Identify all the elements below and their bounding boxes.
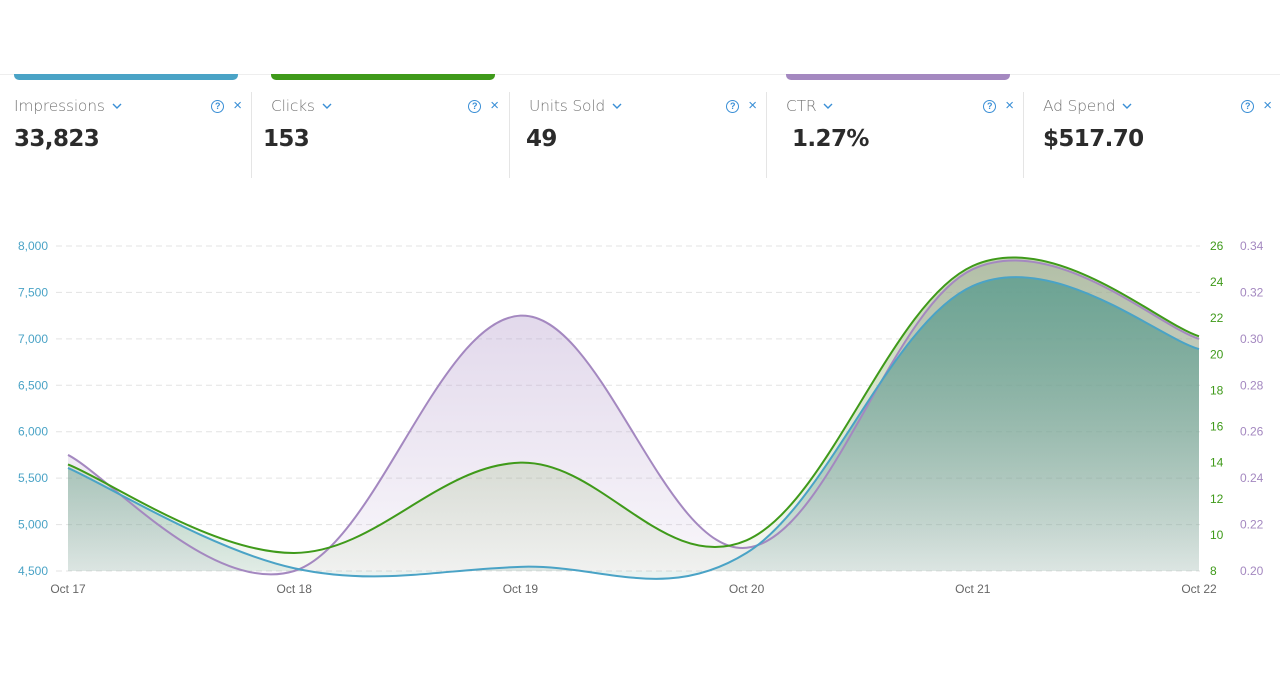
y-right-ctr-tick-label: 0.30 <box>1240 332 1264 346</box>
x-tick-label: Oct 17 <box>50 582 86 596</box>
metric-label: Impressions <box>14 97 105 115</box>
y-left-tick-label: 5,500 <box>18 471 48 485</box>
y-right-ctr-tick-label: 0.20 <box>1240 564 1264 578</box>
metric-value: 33,823 <box>14 126 100 152</box>
metric-accent-bar <box>786 74 1010 80</box>
y-right-ctr-tick-label: 0.26 <box>1240 425 1264 439</box>
x-tick-label: Oct 21 <box>955 582 991 596</box>
chevron-down-icon[interactable] <box>823 101 833 111</box>
x-tick-label: Oct 19 <box>503 582 539 596</box>
y-right-clicks-tick-label: 20 <box>1210 347 1224 361</box>
help-circle-icon[interactable]: ? <box>211 99 225 113</box>
y-axis-left: 4,500 5,000 5,500 6,000 6,500 7,000 7,500 8,000 <box>18 239 48 578</box>
metric-label: Ad Spend <box>1043 97 1116 115</box>
y-right-clicks-tick-label: 26 <box>1210 239 1224 253</box>
close-icon[interactable]: × <box>490 98 499 113</box>
y-right-clicks-tick-label: 16 <box>1210 420 1224 434</box>
y-left-tick-label: 6,000 <box>18 425 48 439</box>
metric-value: 153 <box>263 126 310 152</box>
metric-divider <box>251 92 252 178</box>
metric-divider <box>1023 92 1024 178</box>
chevron-down-icon[interactable] <box>322 101 332 111</box>
y-right-clicks-tick-label: 18 <box>1210 383 1224 397</box>
y-axis-right-ctr: 0.20 0.22 0.24 0.26 0.28 0.30 0.32 0.34 <box>1240 239 1264 578</box>
performance-chart: 4,500 5,000 5,500 6,000 6,500 7,000 7,500 8,000… <box>18 239 1264 596</box>
metric-label: CTR <box>786 97 817 115</box>
metric-cards: Impressions ? × 33,823 Clicks ? × 153 Un… <box>0 74 1280 179</box>
close-icon[interactable]: × <box>1005 98 1014 113</box>
y-left-tick-label: 7,500 <box>18 285 48 299</box>
y-axis-right-clicks: 8 10 12 14 16 18 20 22 24 26 <box>1210 239 1224 578</box>
metric-accent-bar <box>14 74 238 80</box>
metric-value: $517.70 <box>1043 126 1144 152</box>
x-tick-label: Oct 22 <box>1181 582 1217 596</box>
y-right-clicks-tick-label: 24 <box>1210 275 1224 289</box>
metric-card-ctr[interactable]: CTR ? × 1.27% <box>766 74 1024 179</box>
y-right-clicks-tick-label: 22 <box>1210 311 1224 325</box>
x-axis: Oct 17 Oct 18 Oct 19 Oct 20 Oct 21 Oct 22 <box>50 582 1217 596</box>
close-icon[interactable]: × <box>233 98 242 113</box>
y-right-ctr-tick-label: 0.24 <box>1240 471 1264 485</box>
metric-accent-bar <box>271 74 495 80</box>
y-left-tick-label: 8,000 <box>18 239 48 253</box>
y-right-clicks-tick-label: 8 <box>1210 564 1217 578</box>
metric-card-units-sold[interactable]: Units Sold ? × 49 <box>509 74 767 179</box>
help-circle-icon[interactable]: ? <box>1241 99 1255 113</box>
y-right-ctr-tick-label: 0.32 <box>1240 285 1264 299</box>
help-circle-icon[interactable]: ? <box>726 99 740 113</box>
metric-card-ad-spend[interactable]: Ad Spend ? × $517.70 <box>1023 74 1280 179</box>
y-right-clicks-tick-label: 10 <box>1210 528 1224 542</box>
close-icon[interactable]: × <box>1263 98 1272 113</box>
y-left-tick-label: 7,000 <box>18 332 48 346</box>
x-tick-label: Oct 18 <box>277 582 313 596</box>
chevron-down-icon[interactable] <box>112 101 122 111</box>
metric-divider <box>509 92 510 178</box>
metric-value: 49 <box>526 126 557 152</box>
help-circle-icon[interactable]: ? <box>468 99 482 113</box>
x-tick-label: Oct 20 <box>729 582 765 596</box>
metric-label: Units Sold <box>529 97 606 115</box>
metric-card-impressions[interactable]: Impressions ? × 33,823 <box>0 74 252 179</box>
metric-value: 1.27% <box>792 126 869 152</box>
help-circle-icon[interactable]: ? <box>983 99 997 113</box>
y-left-tick-label: 4,500 <box>18 564 48 578</box>
metric-label: Clicks <box>271 97 315 115</box>
chevron-down-icon[interactable] <box>1122 101 1132 111</box>
y-left-tick-label: 5,000 <box>18 518 48 532</box>
y-right-clicks-tick-label: 14 <box>1210 456 1224 470</box>
close-icon[interactable]: × <box>748 98 757 113</box>
y-right-ctr-tick-label: 0.28 <box>1240 378 1264 392</box>
chevron-down-icon[interactable] <box>612 101 622 111</box>
series-areas <box>68 257 1199 579</box>
y-right-ctr-tick-label: 0.34 <box>1240 239 1264 253</box>
metric-card-clicks[interactable]: Clicks ? × 153 <box>251 74 509 179</box>
metric-divider <box>766 92 767 178</box>
y-left-tick-label: 6,500 <box>18 378 48 392</box>
y-right-ctr-tick-label: 0.22 <box>1240 518 1264 532</box>
y-right-clicks-tick-label: 12 <box>1210 492 1224 506</box>
